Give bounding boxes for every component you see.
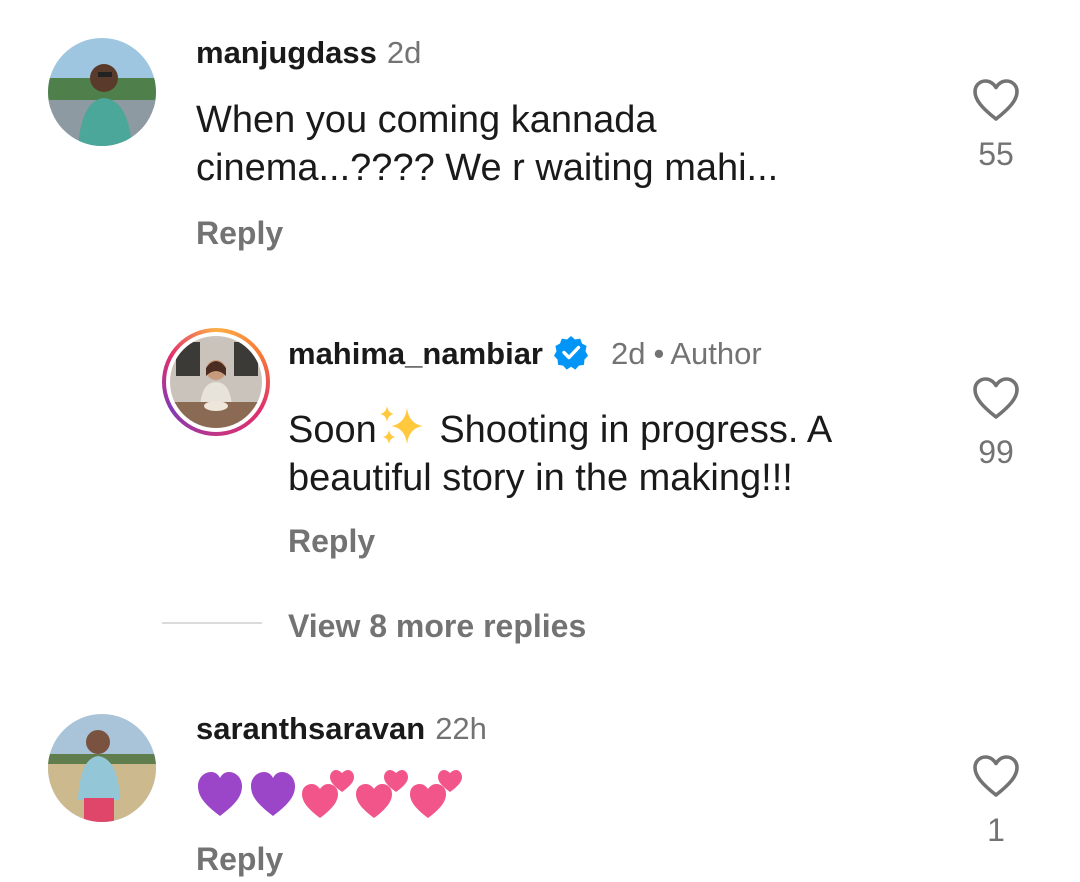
- comment-text: [196, 766, 466, 822]
- username[interactable]: mahima_nambiar: [288, 336, 543, 371]
- comment-text: Soon Shooting in progress. A beautiful s…: [288, 404, 832, 502]
- comment-header: saranthsaravan 22h: [196, 710, 487, 748]
- comment-text-word: Soon: [288, 409, 377, 451]
- sparkles-emoji: [377, 404, 429, 444]
- author-badge: Author: [670, 336, 762, 371]
- timestamp: 2d: [386, 35, 422, 70]
- comment-mahima_nambiar: mahima_nambiar 2d • Author Soon Shooting in…: [0, 320, 1080, 650]
- avatar-photo: [170, 336, 262, 428]
- comment-header: mahima_nambiar 2d • Author: [288, 334, 762, 379]
- heart-outline-icon[interactable]: [972, 754, 1020, 798]
- emoji-text: [198, 770, 462, 818]
- comment-text-line: When you coming kannada: [196, 99, 657, 141]
- avatar[interactable]: [162, 328, 270, 436]
- like-control: 55: [961, 78, 1031, 172]
- verified-badge-icon: [553, 334, 589, 379]
- comment-text: When you coming kannada cinema...???? We…: [196, 96, 778, 192]
- like-control: 1: [961, 754, 1031, 848]
- avatar-inner: [166, 332, 266, 432]
- heart-outline-icon[interactable]: [972, 376, 1020, 420]
- heart-outline-icon[interactable]: [972, 78, 1020, 122]
- comment-text-line: Soon Shooting in progress. A: [288, 404, 832, 454]
- timestamp: 2d: [611, 336, 646, 371]
- view-replies-divider: [162, 622, 262, 624]
- like-count: 99: [978, 434, 1014, 470]
- reply-button[interactable]: Reply: [288, 522, 375, 560]
- comment-text-line: beautiful story in the making!!!: [288, 457, 793, 499]
- comment-text-word: Shooting in progress. A: [439, 409, 833, 451]
- avatar[interactable]: [48, 38, 156, 146]
- avatar[interactable]: [48, 714, 156, 822]
- like-control: 99: [961, 376, 1031, 470]
- comment-saranthsaravan: saranthsaravan 22h Reply 1: [0, 700, 1080, 882]
- like-count: 55: [978, 136, 1014, 172]
- timestamp: 22h: [435, 711, 487, 746]
- view-more-replies-button[interactable]: View 8 more replies: [288, 606, 586, 646]
- comment-manjugdass: manjugdass 2d When you coming kannada cin…: [0, 0, 1080, 280]
- separator-dot: •: [653, 336, 665, 371]
- username[interactable]: manjugdass: [196, 35, 377, 70]
- reply-button[interactable]: Reply: [196, 840, 283, 878]
- username[interactable]: saranthsaravan: [196, 711, 425, 746]
- reply-button[interactable]: Reply: [196, 214, 283, 252]
- like-count: 1: [987, 812, 1005, 848]
- comment-header: manjugdass 2d: [196, 34, 421, 72]
- comment-text-line: cinema...???? We r waiting mahi...: [196, 147, 779, 189]
